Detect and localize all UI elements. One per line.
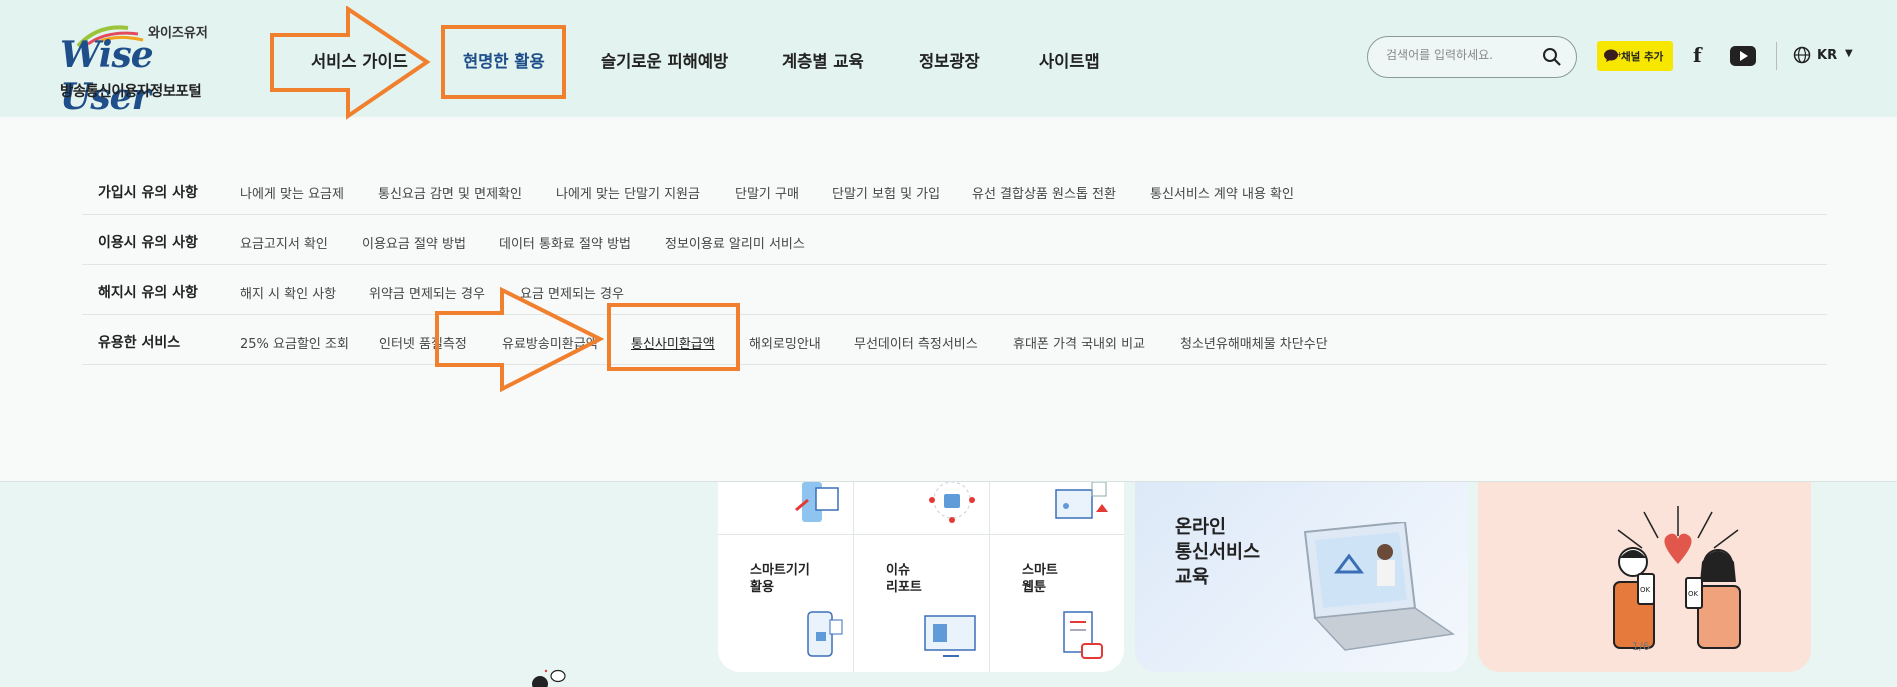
globe-icon <box>1793 46 1811 64</box>
youtube-icon[interactable] <box>1730 46 1756 66</box>
menu-row-signup: 가입시 유의 사항 나에게 맞는 요금제 통신요금 감면 및 면제확인 나에게 … <box>82 165 1827 215</box>
grid-divider <box>853 482 854 672</box>
menu-item[interactable]: 요금고지서 확인 <box>240 233 328 252</box>
highlight-box-nav <box>441 25 566 99</box>
menu-category: 이용시 유의 사항 <box>98 235 198 251</box>
quick-link-card: 스마트기기 활용 이슈 리포트 스마트 웹툰 <box>718 482 1124 672</box>
svg-text:OK: OK <box>1640 586 1651 594</box>
chat-bubble-icon <box>532 669 566 687</box>
menu-item[interactable]: 데이터 통화료 절약 방법 <box>499 233 631 252</box>
language-label: KR <box>1817 48 1838 63</box>
kakao-chat-icon: + <box>1604 49 1621 62</box>
arrow-annotation-menu <box>435 287 604 393</box>
edu-title-line: 통신서비스 <box>1175 542 1261 563</box>
card-label-issue-report[interactable]: 이슈 리포트 <box>886 562 922 596</box>
menu-item[interactable]: 청소년유해매체물 차단수단 <box>1180 333 1328 352</box>
mega-menu-dropdown: 가입시 유의 사항 나에게 맞는 요금제 통신요금 감면 및 면제확인 나에게 … <box>0 117 1897 482</box>
menu-item[interactable]: 통신서비스 계약 내용 확인 <box>1150 183 1294 202</box>
campaign-card[interactable]: OK OK 1/6 <box>1478 482 1811 672</box>
kakao-channel-label: 채널 추가 <box>1621 51 1664 63</box>
slide-page-indicator: 1/6 <box>1632 640 1650 653</box>
logo-subtitle: 방송통신이용자정보포털 <box>60 84 202 100</box>
menu-item[interactable]: 나에게 맞는 요금제 <box>240 183 344 202</box>
menu-item[interactable]: 무선데이터 측정서비스 <box>854 333 978 352</box>
nav-damage-prevention[interactable]: 슬기로운 피해예방 <box>601 48 728 72</box>
menu-row-usage: 이용시 유의 사항 요금고지서 확인 이용요금 절약 방법 데이터 통화료 절약… <box>82 215 1827 265</box>
kakao-channel-button[interactable]: + 채널 추가 <box>1597 41 1673 71</box>
webtoon-camera-icon <box>1063 611 1103 659</box>
menu-item[interactable]: 단말기 보험 및 가입 <box>832 183 940 202</box>
menu-row-cancel: 해지시 유의 사항 해지 시 확인 사항 위약금 면제되는 경우 요금 면제되는… <box>82 265 1827 315</box>
menu-category: 해지시 유의 사항 <box>98 285 198 301</box>
arrow-annotation-nav <box>270 6 431 120</box>
chevron-down-icon: ▼ <box>1845 48 1853 59</box>
online-education-card[interactable]: 온라인 통신서비스 교육 <box>1135 482 1468 672</box>
logo-brand: Wise User <box>60 34 154 118</box>
menu-item[interactable]: 나에게 맞는 단말기 지원금 <box>556 183 700 202</box>
nav-sitemap[interactable]: 사이트맵 <box>1039 48 1100 72</box>
menu-item[interactable]: 통신요금 감면 및 면제확인 <box>378 183 522 202</box>
menu-item[interactable]: 이용요금 절약 방법 <box>362 233 466 252</box>
edu-title-line: 온라인 <box>1175 517 1227 538</box>
edu-title-line: 교육 <box>1175 567 1210 588</box>
card-label-smart-webtoon[interactable]: 스마트 웹툰 <box>1022 562 1058 596</box>
menu-item[interactable]: 단말기 구매 <box>735 183 799 202</box>
menu-item[interactable]: 휴대폰 가격 국내외 비교 <box>1013 333 1145 352</box>
menu-row-useful-services: 유용한 서비스 25% 요금할인 조회 인터넷 품질측정 유료방송미환급액 통신… <box>82 315 1827 365</box>
menu-category: 유용한 서비스 <box>98 335 181 351</box>
nav-info-plaza[interactable]: 정보광장 <box>919 48 980 72</box>
search-input[interactable] <box>1386 48 1536 62</box>
menu-item[interactable]: 유선 결합상품 원스톱 전환 <box>972 183 1116 202</box>
edu-card-title: 온라인 통신서비스 교육 <box>1175 515 1260 590</box>
facebook-icon[interactable]: f <box>1693 43 1702 67</box>
phone-lock-icon <box>807 611 843 657</box>
menu-item[interactable]: 해지 시 확인 사항 <box>240 283 336 302</box>
search-icon[interactable] <box>1542 47 1562 67</box>
content-cards: 스마트기기 활용 이슈 리포트 스마트 웹툰 온라인 통신서비스 교육 OK O… <box>0 482 1897 687</box>
grid-divider <box>718 534 1124 535</box>
monitor-report-icon <box>924 615 976 657</box>
card-label-smart-device[interactable]: 스마트기기 활용 <box>750 562 810 596</box>
svg-text:OK: OK <box>1688 590 1699 598</box>
search-box <box>1367 36 1577 78</box>
phone-scan-icon <box>795 482 839 522</box>
menu-item[interactable]: 해외로밍안내 <box>749 333 821 352</box>
menu-item[interactable]: 정보이용료 알리미 서비스 <box>665 233 805 252</box>
site-logo[interactable]: 와이즈유저 Wise User 방송통신이용자정보포털 <box>58 20 218 118</box>
highlight-box-menu-item <box>607 303 740 371</box>
laptop-illustration <box>1303 522 1455 651</box>
document-upload-icon <box>1055 482 1108 519</box>
menu-category: 가입시 유의 사항 <box>98 185 198 201</box>
people-ok-illustration: OK OK <box>1613 506 1741 649</box>
menu-item[interactable]: 25% 요금할인 조회 <box>240 333 349 352</box>
grid-divider <box>989 482 990 672</box>
lock-network-icon <box>929 482 975 523</box>
nav-education[interactable]: 계층별 교육 <box>782 48 864 72</box>
header-divider <box>1776 42 1777 70</box>
